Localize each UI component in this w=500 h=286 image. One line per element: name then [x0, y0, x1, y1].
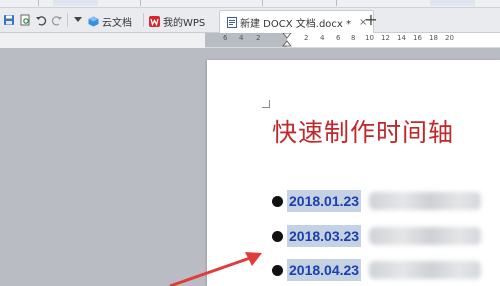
tab-bar: 云文档 我的WPS 新建 DOCX 文档.docx * × +	[0, 8, 500, 33]
bullet-icon	[272, 230, 283, 242]
bullet-icon	[272, 195, 283, 207]
chevron-down-icon[interactable]	[70, 12, 86, 28]
ruler-number: 14	[397, 34, 406, 42]
document-heading[interactable]: 快速制作时间轴	[272, 113, 454, 149]
undo-icon[interactable]	[33, 12, 49, 28]
save-icon[interactable]	[1, 12, 17, 28]
ruler-number: 8	[351, 34, 356, 42]
tab-label: 云文档	[102, 18, 132, 29]
ruler-number: 4	[239, 34, 244, 42]
ruler-number: 12	[381, 34, 390, 42]
ruler-number: 6	[223, 34, 228, 42]
ribbon-separator	[262, 0, 263, 6]
cloud-doc-icon	[88, 16, 99, 27]
tab-separator	[143, 13, 144, 27]
ruler-number: 6	[336, 34, 341, 42]
blurred-text	[369, 261, 482, 279]
margin-crop-mark	[262, 100, 270, 108]
ruler-number: 2	[304, 34, 309, 42]
ribbon-group	[430, 0, 475, 6]
ruler-number: 16	[413, 34, 422, 42]
tab-label: 新建 DOCX 文档.docx *	[240, 18, 352, 30]
tab-label: 我的WPS	[163, 18, 206, 29]
blurred-text	[369, 227, 482, 245]
print-preview-icon[interactable]	[17, 12, 33, 28]
timeline-item[interactable]: 2018.04.23	[272, 257, 482, 283]
ribbon-separator	[336, 0, 337, 6]
ruler-number: 18	[429, 34, 438, 42]
ribbon-separator	[140, 0, 141, 6]
ribbon-group	[53, 0, 98, 6]
tab-my-wps[interactable]: 我的WPS	[149, 11, 205, 32]
horizontal-ruler[interactable]: 6 4 2 2 4 6 8 10 12 14 16 18 20	[205, 33, 500, 48]
annotation-arrow-icon	[169, 252, 262, 286]
timeline-item[interactable]: 2018.03.23	[272, 223, 482, 249]
indent-marker-icon[interactable]	[282, 33, 292, 47]
redo-icon[interactable]	[49, 12, 65, 28]
timeline-item[interactable]: 2018.01.23	[272, 188, 482, 214]
tab-document[interactable]: 新建 DOCX 文档.docx * ×	[219, 10, 375, 33]
wps-logo-icon	[149, 16, 160, 27]
ruler-number: 20	[445, 34, 454, 42]
ruler-number: 4	[320, 34, 325, 42]
timeline-date: 2018.01.23	[287, 190, 362, 212]
ruler-number: 2	[256, 34, 261, 42]
tab-cloud-docs[interactable]: 云文档	[88, 11, 132, 32]
ruler-margin	[205, 33, 287, 47]
word-doc-icon	[226, 16, 237, 28]
bullet-icon	[272, 264, 283, 276]
new-tab-button[interactable]: +	[364, 12, 378, 28]
toolbar-separator	[67, 13, 68, 27]
timeline-date: 2018.03.23	[287, 225, 362, 247]
ribbon-bottom-edge	[0, 0, 500, 8]
ruler-number: 10	[365, 34, 374, 42]
ribbon-separator	[38, 0, 39, 6]
timeline-date: 2018.04.23	[287, 259, 362, 281]
blurred-text	[369, 192, 482, 210]
